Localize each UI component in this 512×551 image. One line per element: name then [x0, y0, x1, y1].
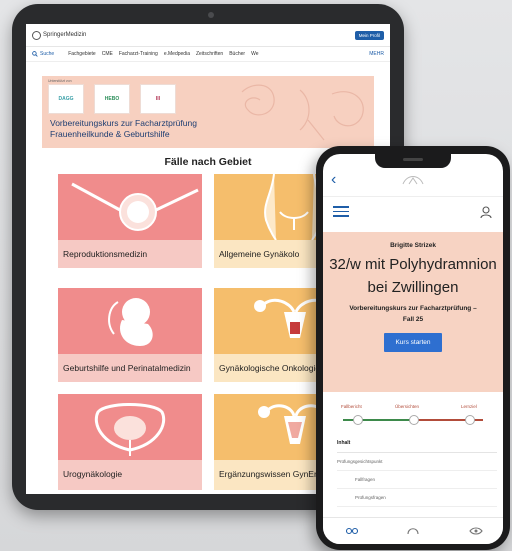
search-link[interactable]: Suche: [32, 51, 54, 57]
partner-label: Unterstützt von: [48, 79, 72, 83]
category-card-geburtshilfe[interactable]: Geburtshilfe und Perinatalmedizin: [58, 288, 202, 382]
category-card-reproduktionsmedizin[interactable]: Reproduktionsmedizin: [58, 174, 202, 268]
category-card-urogynaekologie[interactable]: Urogynäkologie: [58, 394, 202, 490]
nav-more-link[interactable]: MEHR: [369, 51, 384, 57]
search-label: Suche: [40, 51, 55, 57]
phone-notch: [375, 154, 451, 168]
course-title-line2: Frauenheilkunde & Geburtshilfe: [50, 129, 170, 139]
progress-dot-1[interactable]: [353, 415, 363, 425]
phone-bottom-nav: [323, 517, 503, 544]
springer-logo-icon: [32, 30, 41, 40]
toc-item[interactable]: Prüfungsfragen: [337, 489, 497, 507]
case-title: 32/w mit Polyhydramnion bei Zwillingen: [329, 256, 497, 296]
case-course-line1: Vorbereitungskurs zur Facharztprüfung –: [349, 305, 477, 312]
nav-item-emedpedia[interactable]: e.Medpedia: [164, 51, 190, 57]
case-course-info: Vorbereitungskurs zur Facharztprüfung – …: [323, 303, 503, 325]
progress-step-fallbericht[interactable]: Fallbericht: [341, 404, 362, 409]
course-logo-icon[interactable]: [399, 172, 427, 190]
glasses-icon[interactable]: [345, 524, 359, 536]
toc-item[interactable]: Fallfragen: [337, 471, 497, 489]
card-label: Reproduktionsmedizin: [63, 249, 148, 259]
card-label: Geburtshilfe und Perinatalmedizin: [63, 363, 191, 373]
case-author: Brigitte Strizek: [390, 242, 436, 249]
progress-dot-2[interactable]: [409, 415, 419, 425]
course-title: Vorbereitungskurs zur Facharztprüfung Fr…: [50, 118, 197, 140]
progress-step-uebersichten[interactable]: Übersichten: [395, 404, 419, 409]
start-course-button[interactable]: Kurs starten: [384, 333, 442, 352]
partner-logo-dagg[interactable]: DAGG: [48, 84, 84, 114]
pelvis-bladder-icon: [94, 403, 166, 456]
card-art: [58, 288, 202, 354]
site-logo-text: SpringerMedizin: [43, 32, 87, 38]
progress-step-lernziel[interactable]: Lernziel: [461, 404, 477, 409]
search-icon: [32, 51, 38, 57]
fetus-icon: [108, 298, 153, 346]
user-settings-icon[interactable]: [479, 205, 493, 219]
table-of-contents: Inhalt Prüfungsgesichtspunkt Fallfragen …: [337, 440, 497, 507]
progress-dot-3[interactable]: [465, 415, 475, 425]
chevron-left-icon[interactable]: ‹: [331, 172, 336, 188]
phone-screen: ‹ Brigitte Strizek 32/w mit Polyhydramni…: [323, 154, 503, 544]
eye-icon[interactable]: [469, 524, 483, 536]
course-title-line1: Vorbereitungskurs zur Facharztprüfung: [50, 118, 197, 128]
card-art: [58, 174, 202, 240]
partner-logo-hebo[interactable]: HEBO: [94, 84, 130, 114]
phone-speaker: [403, 158, 423, 161]
case-course-line2: Fall 25: [402, 316, 424, 323]
toc-heading: Inhalt: [337, 440, 497, 453]
phone-device: ‹ Brigitte Strizek 32/w mit Polyhydramni…: [316, 146, 510, 550]
site-logo[interactable]: SpringerMedizin: [32, 30, 87, 40]
toc-item[interactable]: Prüfungsgesichtspunkt: [337, 453, 497, 471]
hamburger-menu-icon[interactable]: [333, 206, 349, 218]
nav-item-fachgebiete[interactable]: Fachgebiete: [68, 51, 96, 57]
site-header: SpringerMedizin Mein Profil: [26, 24, 390, 47]
nav-item-zeitschriften[interactable]: Zeitschriften: [196, 51, 223, 57]
card-art: [58, 394, 202, 460]
card-label: Urogynäkologie: [63, 469, 123, 479]
nav-item-facharzt-training[interactable]: Facharzt-Training: [119, 51, 158, 57]
nav-item-cme[interactable]: CME: [102, 51, 113, 57]
nav-item-buecher[interactable]: Bücher: [229, 51, 245, 57]
case-progress: Fallbericht Übersichten Lernziel: [323, 402, 503, 432]
phone-top-bar: ‹: [323, 168, 503, 197]
phone-toolbar: [323, 197, 503, 227]
partner-logo-third[interactable]: III: [140, 84, 176, 114]
course-hero-banner: Unterstützt von DAGG HEBO III Vorbereitu…: [42, 76, 374, 148]
my-profile-button[interactable]: Mein Profil: [354, 30, 384, 40]
main-nav: Suche Fachgebiete CME Facharzt-Training …: [26, 47, 390, 62]
hero-anatomy-outline-icon: [241, 84, 364, 141]
nav-item-we[interactable]: We: [251, 51, 258, 57]
case-hero: Brigitte Strizek 32/w mit Polyhydramnion…: [323, 232, 503, 392]
ivf-egg-needle-icon: [71, 182, 199, 231]
headphones-icon[interactable]: [406, 524, 420, 536]
tablet-camera: [208, 12, 214, 18]
